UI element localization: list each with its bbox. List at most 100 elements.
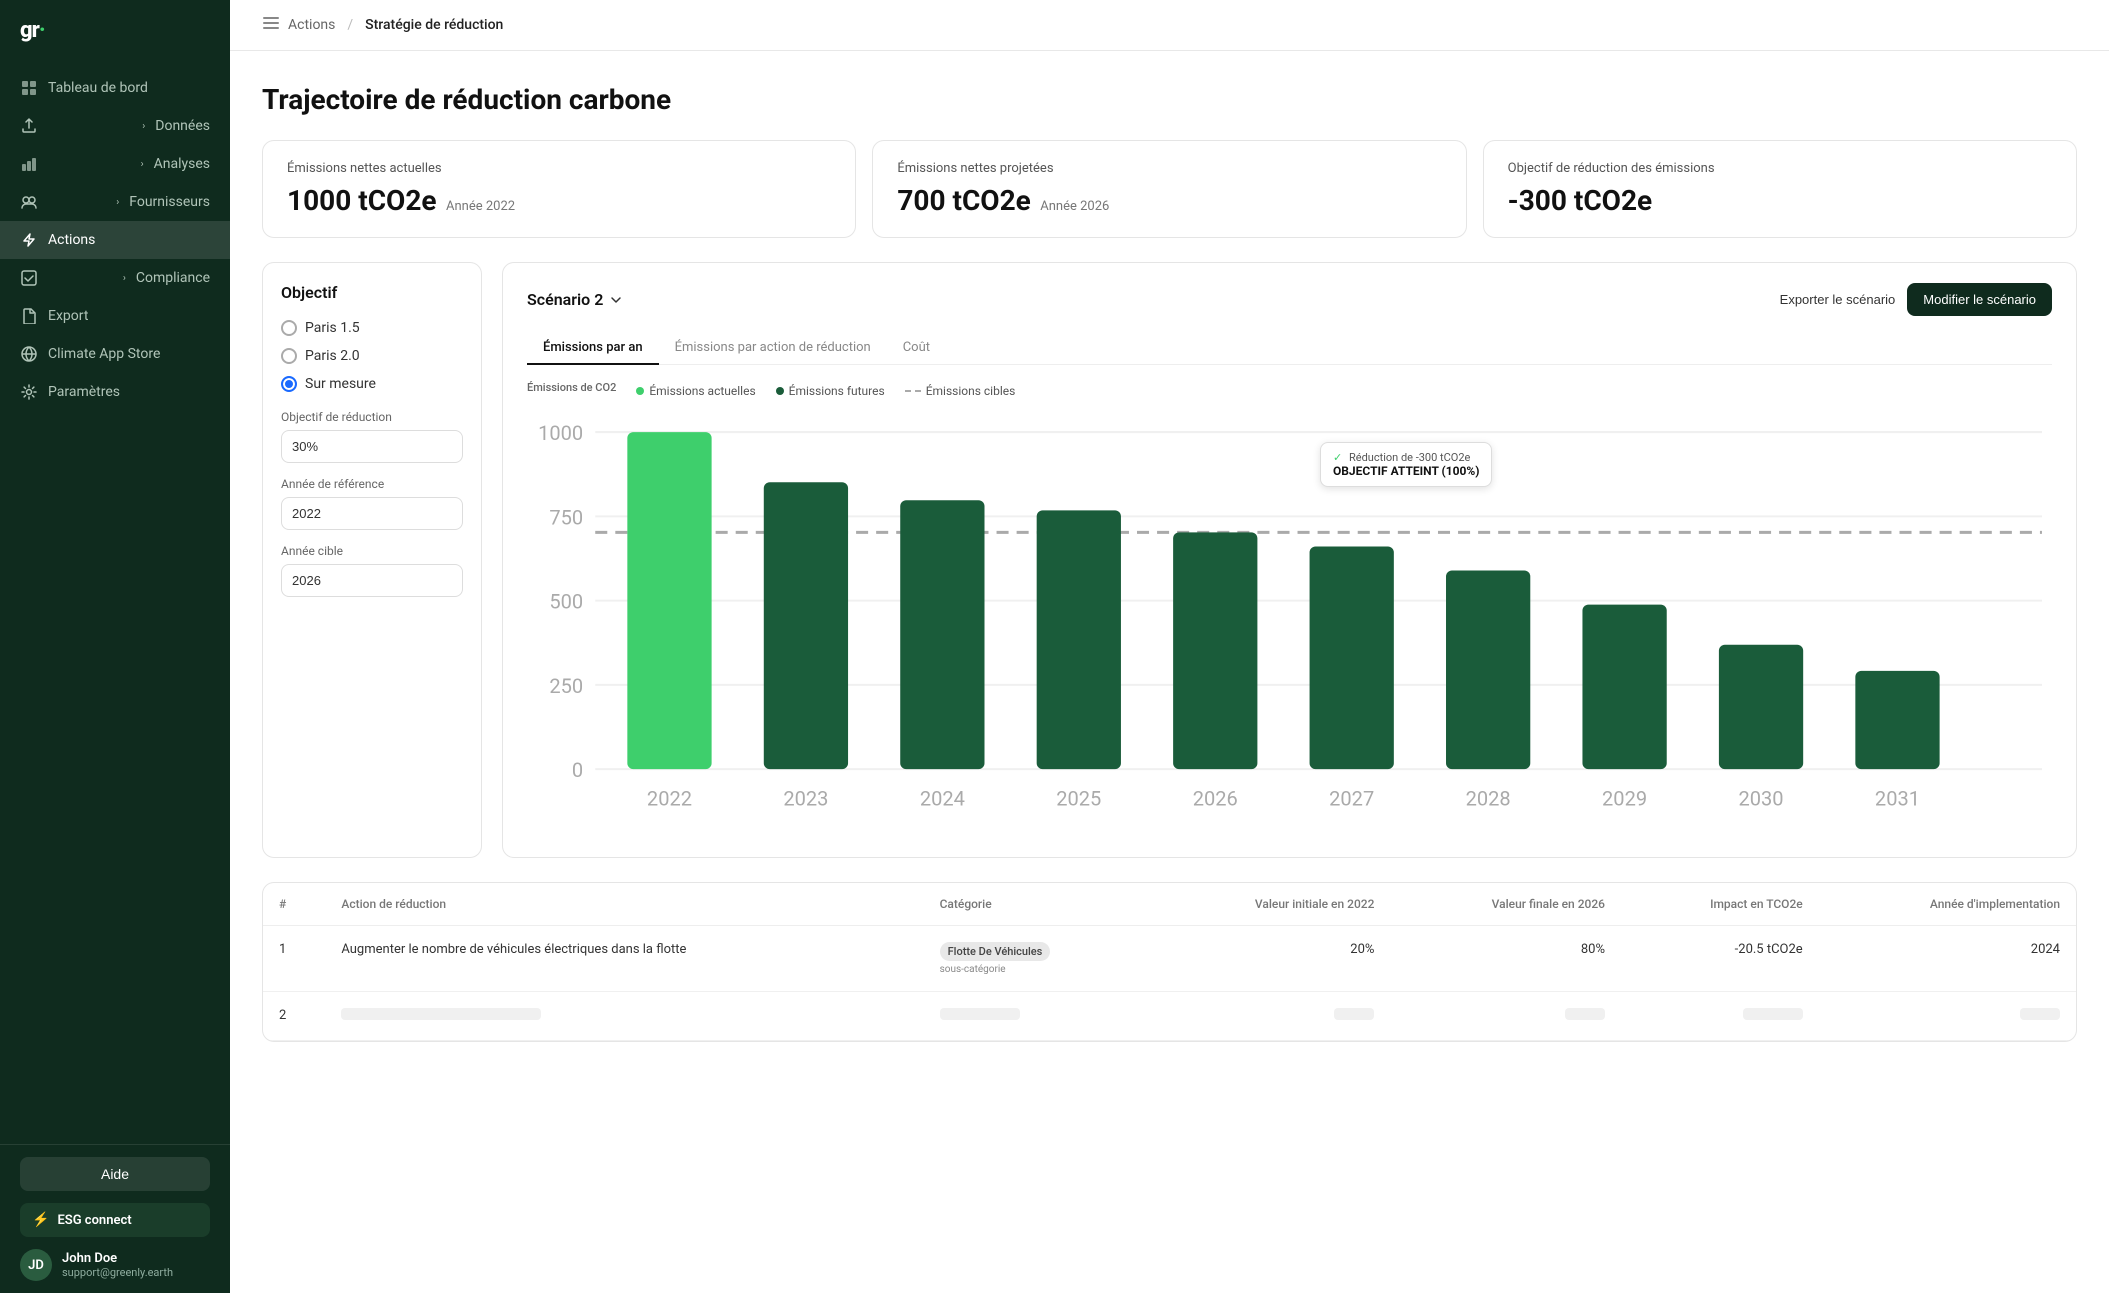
tooltip-title: ✓ Réduction de -300 tCO2e (1333, 451, 1479, 464)
table-row: 1 Augmenter le nombre de véhicules élect… (263, 926, 2076, 992)
sidebar-item-label: Données (155, 118, 210, 134)
form-group-target-year: Année cible (281, 544, 463, 597)
cell-final-2 (1390, 992, 1621, 1041)
breadcrumb-root[interactable]: Actions (288, 17, 335, 33)
tab-cout[interactable]: Coût (887, 332, 946, 365)
cell-final: 80% (1390, 926, 1621, 992)
bar-2030 (1719, 645, 1803, 769)
scenario-label: Scénario 2 (527, 290, 603, 309)
sidebar-item-label: Paramètres (48, 384, 120, 400)
sidebar-item-export[interactable]: Export (0, 297, 230, 335)
sidebar-item-donnees[interactable]: › Données (0, 107, 230, 145)
modify-button[interactable]: Modifier le scénario (1907, 283, 2052, 316)
logo-area: gr· (0, 0, 230, 61)
sidebar-item-label: Export (48, 308, 88, 324)
legend-dash-cibles (905, 390, 921, 392)
sidebar-item-label: Compliance (136, 270, 210, 286)
radio-label-paris-1-5: Paris 1.5 (305, 320, 360, 336)
grid-icon (20, 79, 38, 97)
sidebar-item-actions[interactable]: Actions (0, 221, 230, 259)
plus-icon: ⚡ (32, 1212, 49, 1228)
esg-badge: ⚡ ESG connect (20, 1203, 210, 1237)
svg-text:250: 250 (549, 674, 583, 698)
tooltip-status: OBJECTIF ATTEINT (100%) (1333, 464, 1479, 478)
cell-year: 2024 (1819, 926, 2076, 992)
page-title: Trajectoire de réduction carbone (262, 83, 2077, 116)
table-section: # Action de réduction Catégorie Valeur i… (262, 882, 2077, 1042)
chevron-icon: › (116, 197, 119, 208)
sidebar-item-fournisseurs[interactable]: › Fournisseurs (0, 183, 230, 221)
sidebar-item-label: Tableau de bord (48, 80, 148, 96)
chart-panel: Scénario 2 Exporter le scénario Modifier… (502, 262, 2077, 858)
chevron-down-icon (609, 293, 623, 307)
form-label-reduction: Objectif de réduction (281, 410, 463, 424)
lower-row: Objectif Paris 1.5 Paris 2.0 Sur mesure (262, 262, 2077, 858)
table-header-row: # Action de réduction Catégorie Valeur i… (263, 883, 2076, 926)
app-logo: gr· (20, 18, 45, 43)
form-group-ref-year: Année de référence (281, 477, 463, 530)
sidebar-item-climate[interactable]: Climate App Store (0, 335, 230, 373)
radio-paris-1-5[interactable]: Paris 1.5 (281, 320, 463, 336)
sidebar-item-analyses[interactable]: › Analyses (0, 145, 230, 183)
form-label-ref-year: Année de référence (281, 477, 463, 491)
reduction-input[interactable] (281, 430, 463, 463)
sidebar-toggle-icon[interactable] (262, 14, 280, 36)
metrics-row: Émissions nettes actuelles 1000 tCO2e An… (262, 140, 2077, 238)
metric-year-0: Année 2022 (446, 199, 515, 214)
sidebar-item-tableau[interactable]: Tableau de bord (0, 69, 230, 107)
ref-year-input[interactable] (281, 497, 463, 530)
metric-label-2: Objectif de réduction des émissions (1508, 161, 2052, 176)
svg-text:2028: 2028 (1466, 786, 1511, 810)
metric-label-0: Émissions nettes actuelles (287, 161, 831, 176)
scenario-selector[interactable]: Scénario 2 (527, 290, 623, 309)
sidebar-nav: Tableau de bord › Données › Analyses (0, 61, 230, 1144)
chart-legend: Émissions de CO2 Émissions actuelles Émi… (527, 381, 2052, 400)
table-row: 2 (263, 992, 2076, 1041)
sidebar-item-compliance[interactable]: › Compliance (0, 259, 230, 297)
target-year-input[interactable] (281, 564, 463, 597)
metric-value-2: -300 tCO2e (1508, 184, 1652, 217)
form-label-target-year: Année cible (281, 544, 463, 558)
bar-2023 (764, 482, 848, 769)
tab-emissions-par-action[interactable]: Émissions par action de réduction (659, 332, 887, 365)
objective-panel: Objectif Paris 1.5 Paris 2.0 Sur mesure (262, 262, 482, 858)
avatar: JD (20, 1249, 52, 1281)
sidebar-item-label: Analyses (154, 156, 210, 172)
legend-dot-actuelles (636, 387, 644, 395)
metric-value-0: 1000 tCO2e (287, 184, 437, 217)
check-square-icon (20, 269, 38, 287)
category-tag: Flotte De Véhicules (940, 942, 1051, 961)
export-button[interactable]: Exporter le scénario (1780, 292, 1896, 307)
legend-label-cibles: Émissions cibles (926, 384, 1016, 398)
col-num: # (263, 883, 325, 926)
topbar: Actions / Stratégie de réduction (230, 0, 2109, 51)
objective-title: Objectif (281, 283, 463, 302)
col-year: Année d'implementation (1819, 883, 2076, 926)
main-content: Actions / Stratégie de réduction Traject… (230, 0, 2109, 1293)
legend-label-actuelles: Émissions actuelles (649, 384, 755, 398)
esg-label: ESG connect (57, 1213, 131, 1228)
metric-card-1: Émissions nettes projetées 700 tCO2e Ann… (872, 140, 1466, 238)
bar-2029 (1582, 605, 1666, 770)
user-row: JD John Doe support@greenly.earth (20, 1249, 210, 1281)
radio-label-paris-2-0: Paris 2.0 (305, 348, 360, 364)
radio-circle-sur-mesure (281, 376, 297, 392)
cell-action-2 (325, 992, 923, 1041)
star-icon (20, 193, 38, 211)
svg-text:750: 750 (549, 505, 583, 529)
breadcrumb-separator: / (347, 17, 353, 33)
radio-paris-2-0[interactable]: Paris 2.0 (281, 348, 463, 364)
chart-tooltip: ✓ Réduction de -300 tCO2e OBJECTIF ATTEI… (1320, 442, 1492, 487)
help-button[interactable]: Aide (20, 1157, 210, 1191)
svg-text:2025: 2025 (1056, 786, 1101, 810)
bar-2026 (1173, 532, 1257, 769)
tab-emissions-par-an[interactable]: Émissions par an (527, 332, 659, 365)
radio-sur-mesure[interactable]: Sur mesure (281, 376, 463, 392)
sidebar-item-parametres[interactable]: Paramètres (0, 373, 230, 411)
sidebar-bottom: Aide ⚡ ESG connect JD John Doe support@g… (0, 1144, 230, 1293)
cell-year-2 (1819, 992, 2076, 1041)
tooltip-check-icon: ✓ (1333, 451, 1342, 464)
legend-actuelles: Émissions actuelles (636, 384, 755, 398)
cell-impact: -20.5 tCO2e (1621, 926, 1819, 992)
svg-text:2022: 2022 (647, 786, 692, 810)
